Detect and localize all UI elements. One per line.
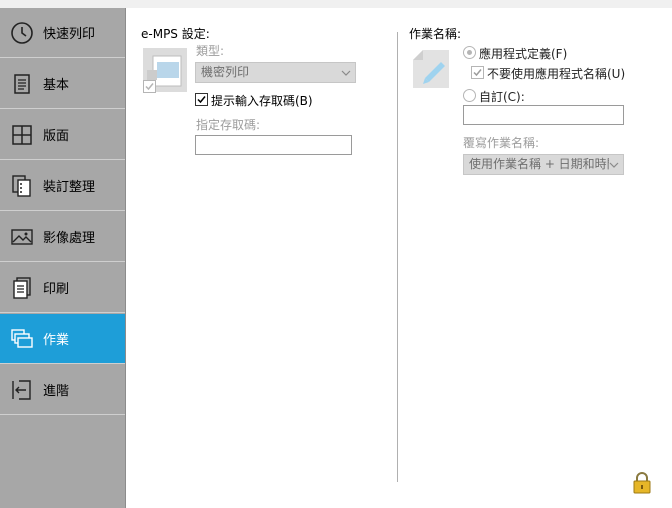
no-app-name-label: 不要使用應用程式名稱(U) xyxy=(487,67,626,81)
chevron-down-icon xyxy=(341,63,351,82)
print-document-icon xyxy=(9,275,35,301)
sidebar-item-label: 裝訂整理 xyxy=(43,180,96,195)
overwrite-label: 覆寫作業名稱: xyxy=(463,136,540,150)
emps-title: e-MPS 設定: xyxy=(141,27,210,41)
image-icon xyxy=(9,224,35,250)
sidebar-item-label: 基本 xyxy=(43,78,70,93)
sidebar-item-label: 進階 xyxy=(43,384,70,399)
overwrite-value: 使用作業名稱 + 日期和時間 xyxy=(469,157,609,171)
emps-type-label: 類型: xyxy=(196,44,225,58)
app-defined-label: 應用程式定義(F) xyxy=(479,47,568,61)
section-divider xyxy=(397,32,398,482)
pencil-document-icon xyxy=(409,46,455,92)
main-panel: e-MPS 設定: 類型: 機密列印 提示輸入存取碼(B) 指定存取碼: 作業名… xyxy=(125,8,672,508)
document-icon xyxy=(9,71,35,97)
sidebar-item-quick-print[interactable]: 快速列印 xyxy=(0,8,125,58)
show-access-code-label: 提示輸入存取碼(B) xyxy=(211,94,313,108)
staple-document-icon xyxy=(9,173,35,199)
sidebar-item-label: 影像處理 xyxy=(43,231,96,246)
custom-radio[interactable] xyxy=(463,89,476,102)
overwrite-select[interactable]: 使用作業名稱 + 日期和時間 xyxy=(463,154,624,175)
emps-enable-checkbox[interactable] xyxy=(143,80,156,93)
jobname-title: 作業名稱: xyxy=(409,27,462,41)
custom-name-input[interactable] xyxy=(463,105,624,125)
lock-icon[interactable] xyxy=(633,472,651,494)
sidebar-item-job[interactable]: 作業 xyxy=(0,314,125,364)
advanced-exit-icon xyxy=(9,377,35,403)
sidebar-item-printing[interactable]: 印刷 xyxy=(0,263,125,313)
emps-type-select[interactable]: 機密列印 xyxy=(195,62,356,83)
sidebar-item-layout[interactable]: 版面 xyxy=(0,110,125,160)
sidebar-item-label: 快速列印 xyxy=(43,27,96,42)
job-folders-icon xyxy=(9,326,35,352)
sidebar-item-label: 作業 xyxy=(43,333,70,348)
emps-type-value: 機密列印 xyxy=(201,65,250,79)
sidebar-item-image-processing[interactable]: 影像處理 xyxy=(0,212,125,262)
show-access-code-checkbox[interactable] xyxy=(195,93,208,106)
sidebar-item-finishing[interactable]: 裝訂整理 xyxy=(0,161,125,211)
access-code-label: 指定存取碼: xyxy=(196,118,261,132)
no-app-name-checkbox[interactable] xyxy=(471,66,484,79)
layout-grid-icon xyxy=(9,122,35,148)
sidebar-item-label: 印刷 xyxy=(43,282,70,297)
custom-label: 自訂(C): xyxy=(479,90,525,104)
sidebar-item-basic[interactable]: 基本 xyxy=(0,59,125,109)
sidebar-item-advanced[interactable]: 進階 xyxy=(0,365,125,415)
app-defined-radio[interactable] xyxy=(463,46,476,59)
clock-icon xyxy=(9,20,35,46)
sidebar: 快速列印 基本 版面 裝訂整理 影像處理 印刷 作業 進階 xyxy=(0,8,125,508)
sidebar-item-label: 版面 xyxy=(43,129,70,144)
access-code-input[interactable] xyxy=(195,135,352,155)
chevron-down-icon xyxy=(609,155,619,174)
